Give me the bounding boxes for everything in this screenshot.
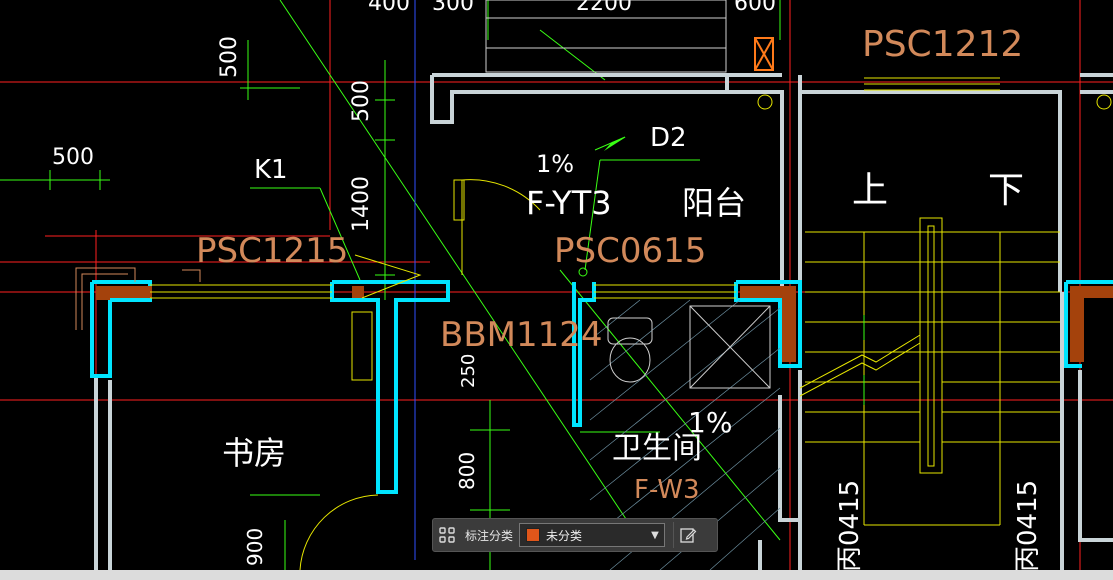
grid-icon[interactable]	[433, 521, 461, 549]
slope-label-2: 1%	[688, 406, 732, 439]
label-d2: D2	[650, 123, 687, 153]
dim-500-text-b: 500	[349, 80, 374, 122]
door-tag-bbm1124: BBM1124	[440, 315, 603, 355]
slope-arrow	[604, 137, 626, 151]
label-k1: K1	[254, 155, 288, 185]
stair-label-down: 下	[988, 170, 1024, 211]
dim-800-text: 800	[455, 452, 479, 490]
annotation-category-label: 标注分类	[465, 528, 514, 543]
category-color-swatch	[526, 528, 541, 542]
dim-500-text-c: 500	[52, 145, 94, 170]
dim-2200-text: 2200	[576, 0, 632, 16]
chevron-down-icon: ▼	[651, 529, 659, 541]
room-label-study: 书房	[222, 434, 286, 472]
annotation-toolbar: 标注分类 未分类 ▼	[432, 518, 718, 552]
stair-label-up: 上	[852, 170, 888, 211]
fire-tag-right: 丙0415	[1013, 480, 1043, 572]
dim-250-text: 250	[458, 354, 479, 388]
window-tag-psc0615: PSC0615	[554, 231, 706, 271]
cad-drawing-canvas[interactable]: 400 300 2200 600 500 500 500 1400 250 80…	[0, 0, 1113, 580]
fire-tag-left: 丙0415	[835, 480, 865, 572]
dim-500-text-a: 500	[217, 36, 242, 78]
dim-900-text: 900	[243, 528, 267, 566]
label-f-w3: F-W3	[634, 475, 700, 505]
dim-1400-text: 1400	[349, 176, 374, 232]
window-tag-psc1215: PSC1215	[196, 231, 348, 271]
slope-label-1: 1%	[536, 150, 574, 178]
orange-element-tag	[754, 37, 774, 71]
windows	[150, 77, 1060, 526]
label-f-yt3: F-YT3	[526, 184, 612, 222]
grey-walls	[94, 73, 1113, 580]
dim-400-text: 400	[368, 0, 410, 16]
dim-600-text: 600	[734, 0, 776, 16]
dim-300-text: 300	[432, 0, 474, 16]
edit-icon	[680, 528, 697, 543]
edit-button[interactable]	[673, 522, 702, 548]
stair-direction-arrow	[799, 334, 921, 397]
room-label-balcony: 阳台	[682, 184, 746, 222]
axis-lines	[0, 0, 1113, 580]
category-selected-value: 未分类	[546, 528, 583, 543]
status-strip	[0, 570, 1113, 580]
category-select[interactable]: 未分类 ▼	[519, 523, 666, 547]
window-tag-psc1212: PSC1212	[862, 24, 1023, 65]
